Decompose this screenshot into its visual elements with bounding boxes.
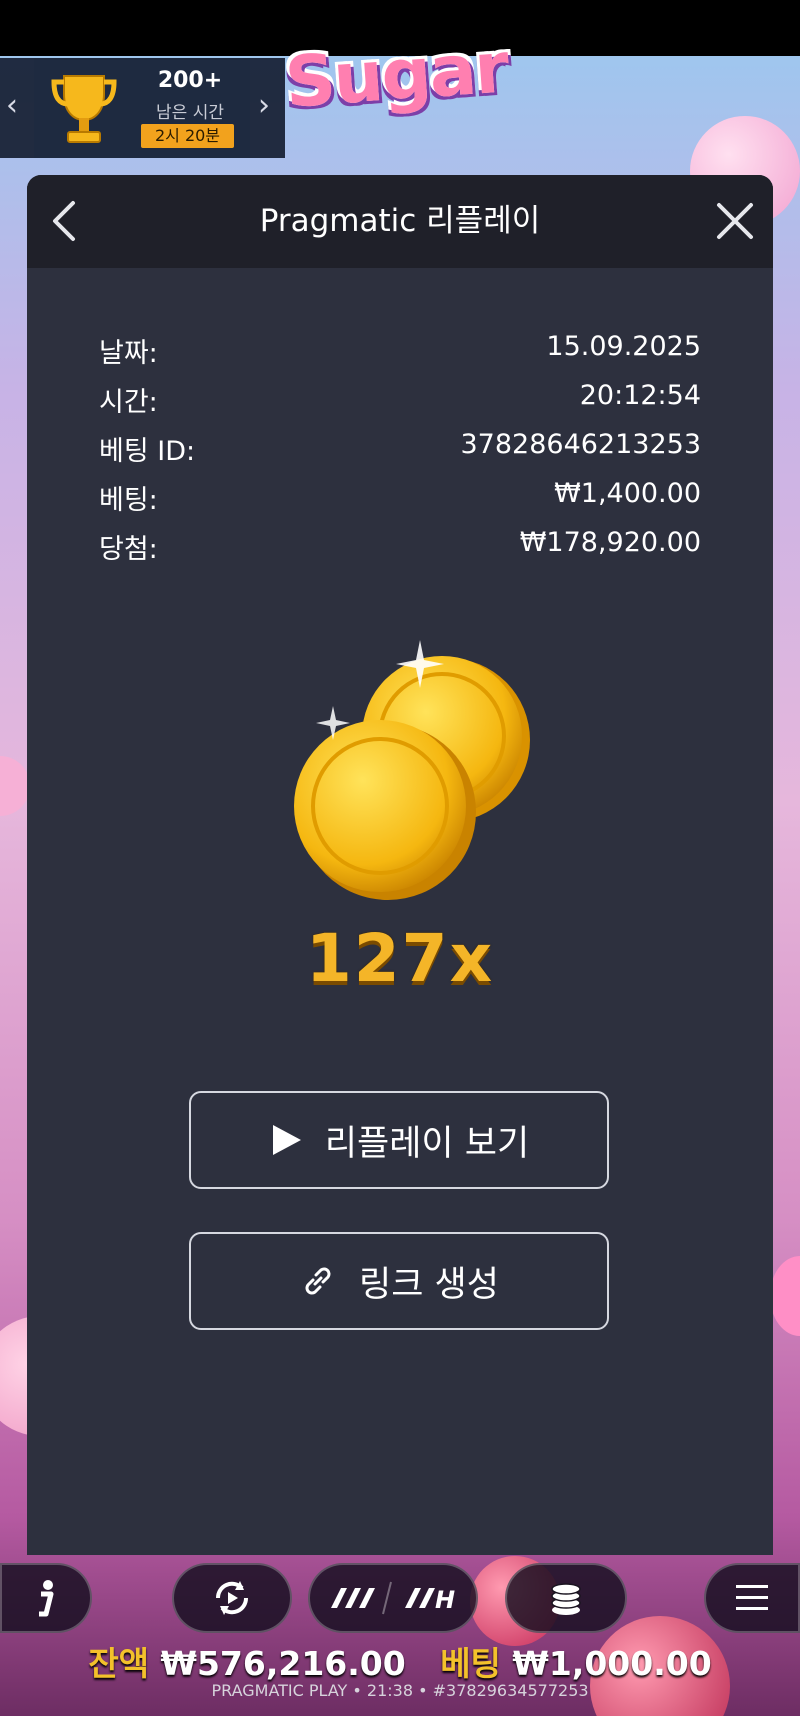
win-row: 당첨: ₩178,920.00 xyxy=(99,527,701,567)
svg-text:H: H xyxy=(435,1586,455,1614)
balance-value: ₩576,216.00 xyxy=(160,1644,406,1683)
dialog-header: Pragmatic 리플레이 xyxy=(27,175,773,268)
time-value: 20:12:54 xyxy=(579,380,701,411)
bet-id-label: 베팅 ID: xyxy=(99,436,196,467)
date-value: 15.09.2025 xyxy=(546,331,701,362)
remaining-time-badge: 2시 20분 xyxy=(141,124,234,148)
trophy-icon xyxy=(51,75,117,143)
coins-stack-icon xyxy=(551,1583,581,1615)
date-row: 날짜: 15.09.2025 xyxy=(99,331,701,371)
info-button[interactable] xyxy=(0,1563,92,1633)
bet-id-value: 37828646213253 xyxy=(460,429,702,460)
create-link-label: 링크 생성 xyxy=(359,1264,499,1305)
footer-info: PRAGMATIC PLAY • 21:38 • #37829634577253 xyxy=(211,1681,589,1700)
replay-dialog: Pragmatic 리플레이 날짜: 15.09.2025 시간: 20:12:… xyxy=(27,175,773,1555)
game-control-bar: H 잔액 ₩576,216.00 베팅 ₩1,000.00 PRAGMATIC … xyxy=(0,1555,800,1716)
time-row: 시간: 20:12:54 xyxy=(99,380,701,420)
date-label: 날짜: xyxy=(99,338,158,369)
win-value: ₩178,920.00 xyxy=(519,527,701,558)
create-link-button[interactable]: 링크 생성 xyxy=(189,1232,609,1330)
bet-amount-value: ₩1,000.00 xyxy=(512,1644,712,1683)
turbo-spin-button[interactable]: H xyxy=(308,1563,478,1633)
bet-row: 베팅: ₩1,400.00 xyxy=(99,478,701,518)
balance-bet-line: 잔액 ₩576,216.00 베팅 ₩1,000.00 xyxy=(0,1637,800,1685)
info-icon xyxy=(39,1580,54,1617)
close-icon[interactable] xyxy=(711,197,759,245)
chevron-left-icon[interactable]: ‹ xyxy=(6,88,18,123)
link-icon xyxy=(305,1267,331,1295)
dialog-title: Pragmatic 리플레이 xyxy=(259,203,541,239)
remaining-time-label: 남은 시간 xyxy=(156,103,224,123)
watch-replay-label: 리플레이 보기 xyxy=(324,1123,530,1164)
tournament-widget[interactable]: ‹ 200+ 남은 시간 2시 20분 › xyxy=(0,58,285,158)
bet-amount-label: 베팅 xyxy=(440,1644,501,1683)
autoplay-icon xyxy=(215,1581,249,1615)
gold-coins-icon xyxy=(294,640,530,900)
watch-replay-button[interactable]: 리플레이 보기 xyxy=(189,1091,609,1189)
candy-decoration xyxy=(770,1256,800,1336)
game-logo: Sugar xyxy=(282,26,510,124)
win-label: 당첨: xyxy=(99,534,158,565)
tournament-count: 200+ xyxy=(157,68,223,93)
candy-decoration xyxy=(0,756,30,816)
bet-label: 베팅: xyxy=(99,485,158,516)
bet-value: ₩1,400.00 xyxy=(554,478,701,509)
bet-settings-button[interactable] xyxy=(505,1563,627,1633)
balance-label: 잔액 xyxy=(88,1644,150,1683)
speed-icon: H xyxy=(331,1581,455,1615)
autoplay-button[interactable] xyxy=(172,1563,292,1633)
chevron-right-icon[interactable]: › xyxy=(258,88,270,123)
menu-button[interactable] xyxy=(704,1563,800,1633)
play-icon xyxy=(272,1125,301,1155)
bet-id-row: 베팅 ID: 37828646213253 xyxy=(99,429,701,469)
time-label: 시간: xyxy=(99,387,158,418)
win-multiplier: 127x xyxy=(305,920,495,997)
hamburger-menu-icon xyxy=(736,1585,768,1610)
